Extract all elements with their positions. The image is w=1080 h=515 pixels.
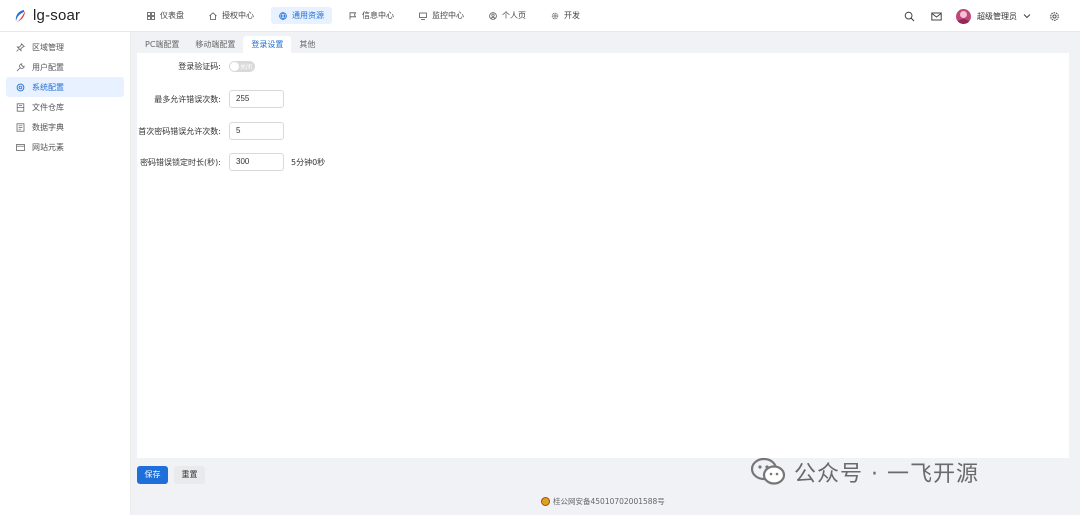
sidebar-item-label: 网站元素 bbox=[32, 142, 64, 152]
sidebar-item-site-elements[interactable]: 网站元素 bbox=[6, 137, 124, 157]
footer: 桂公网安备45010702001588号 bbox=[541, 496, 665, 507]
watermark: 公众号 · 一飞开源 bbox=[750, 456, 979, 488]
sidebar-item-label: 用户配置 bbox=[32, 62, 64, 72]
reset-button[interactable]: 重置 bbox=[174, 466, 205, 484]
nav-item-develop[interactable]: 开发 bbox=[543, 7, 588, 24]
sidebar-item-system-config[interactable]: 系统配置 bbox=[6, 77, 124, 97]
app-name: lg-soar bbox=[33, 7, 81, 24]
captcha-row: 登录验证码: 关闭 bbox=[137, 61, 255, 72]
nav-item-general-resources[interactable]: 通用资源 bbox=[271, 7, 332, 24]
sidebar-item-data-dictionary[interactable]: 数据字典 bbox=[6, 117, 124, 137]
mail-icon[interactable] bbox=[931, 11, 942, 22]
grid-icon bbox=[147, 11, 155, 20]
top-nav: 仪表盘 授权中心 通用资源 信息中心 监控中心 个人页 开发 bbox=[139, 7, 597, 24]
flag-icon bbox=[349, 11, 357, 19]
home-icon bbox=[209, 11, 217, 20]
tab-other[interactable]: 其他 bbox=[291, 36, 323, 53]
settings-icon bbox=[16, 83, 25, 91]
wrench-icon bbox=[16, 62, 25, 71]
first-errors-label: 首次密码错误允许次数: bbox=[138, 126, 221, 136]
nav-label: 个人页 bbox=[502, 11, 526, 20]
captcha-label: 登录验证码: bbox=[178, 62, 221, 71]
captcha-toggle[interactable]: 关闭 bbox=[229, 61, 255, 72]
logo-icon bbox=[15, 9, 25, 22]
sidebar-item-file-storage[interactable]: 文件仓库 bbox=[6, 97, 124, 117]
sidebar: 区域管理 用户配置 系统配置 文件仓库 数据字典 网站元素 bbox=[0, 32, 131, 515]
user-menu[interactable]: 超级管理员 bbox=[956, 8, 1031, 24]
chevron-down-icon bbox=[1023, 14, 1031, 19]
nav-item-auth-center[interactable]: 授权中心 bbox=[201, 7, 262, 24]
user-circle-icon bbox=[489, 11, 497, 20]
window-icon bbox=[16, 143, 25, 151]
nav-label: 信息中心 bbox=[362, 11, 394, 20]
sidebar-item-label: 系统配置 bbox=[32, 82, 64, 92]
user-name: 超级管理员 bbox=[977, 11, 1017, 21]
lock-duration-row: 密码错误锁定时长(秒): 300 5分钟0秒 bbox=[137, 153, 325, 171]
tab-pc-config[interactable]: PC端配置 bbox=[137, 36, 187, 53]
storage-icon bbox=[16, 102, 25, 112]
gear-icon bbox=[551, 12, 559, 19]
watermark-text: 公众号 · 一飞开源 bbox=[794, 462, 979, 487]
pin-icon bbox=[16, 42, 25, 52]
nav-label: 仪表盘 bbox=[160, 11, 184, 20]
max-errors-input[interactable]: 255 bbox=[229, 90, 284, 108]
nav-item-info-center[interactable]: 信息中心 bbox=[341, 7, 402, 24]
monitor-icon bbox=[419, 12, 427, 20]
settings-panel: 登录验证码: 关闭 最多允许错误次数: 255 首次密码错误允许次数: 5 密码… bbox=[137, 53, 1069, 458]
app-logo[interactable]: lg-soar bbox=[0, 7, 131, 24]
lock-duration-label: 密码错误锁定时长(秒): bbox=[140, 157, 221, 167]
nav-label: 监控中心 bbox=[432, 11, 464, 20]
first-errors-input[interactable]: 5 bbox=[229, 122, 284, 140]
nav-label: 开发 bbox=[564, 11, 580, 20]
first-errors-row: 首次密码错误允许次数: 5 bbox=[137, 122, 284, 140]
sidebar-item-region[interactable]: 区域管理 bbox=[6, 37, 124, 57]
top-bar: lg-soar 仪表盘 授权中心 通用资源 信息中心 监控中心 个人页 开发 超… bbox=[0, 0, 1080, 32]
nav-item-dashboard[interactable]: 仪表盘 bbox=[139, 7, 192, 24]
search-icon[interactable] bbox=[904, 11, 915, 22]
config-tabs: PC端配置 移动端配置 登录设置 其他 bbox=[137, 36, 323, 53]
tab-login-settings[interactable]: 登录设置 bbox=[243, 36, 292, 53]
lock-duration-input[interactable]: 300 bbox=[229, 153, 284, 171]
nav-label: 授权中心 bbox=[222, 11, 254, 20]
icp-record-link[interactable]: 桂公网安备45010702001588号 bbox=[553, 496, 665, 507]
settings-icon[interactable] bbox=[1049, 11, 1060, 22]
nav-item-monitor-center[interactable]: 监控中心 bbox=[411, 7, 472, 24]
header-tools: 超级管理员 bbox=[896, 0, 1080, 32]
tab-mobile-config[interactable]: 移动端配置 bbox=[187, 36, 243, 53]
nav-item-profile[interactable]: 个人页 bbox=[481, 7, 534, 24]
max-errors-label: 最多允许错误次数: bbox=[154, 94, 221, 104]
sidebar-item-label: 区域管理 bbox=[32, 42, 64, 52]
sidebar-item-user-config[interactable]: 用户配置 bbox=[6, 57, 124, 77]
globe-icon bbox=[279, 11, 287, 20]
sidebar-item-label: 数据字典 bbox=[32, 122, 64, 132]
captcha-toggle-text: 关闭 bbox=[240, 64, 253, 71]
avatar bbox=[956, 8, 971, 24]
save-button[interactable]: 保存 bbox=[137, 466, 168, 484]
sidebar-item-label: 文件仓库 bbox=[32, 102, 64, 112]
police-badge-icon bbox=[541, 497, 550, 506]
max-errors-row: 最多允许错误次数: 255 bbox=[137, 90, 284, 108]
book-icon bbox=[16, 122, 25, 132]
lock-duration-hint: 5分钟0秒 bbox=[291, 157, 326, 167]
nav-label: 通用资源 bbox=[292, 11, 324, 20]
wechat-icon bbox=[750, 457, 786, 485]
